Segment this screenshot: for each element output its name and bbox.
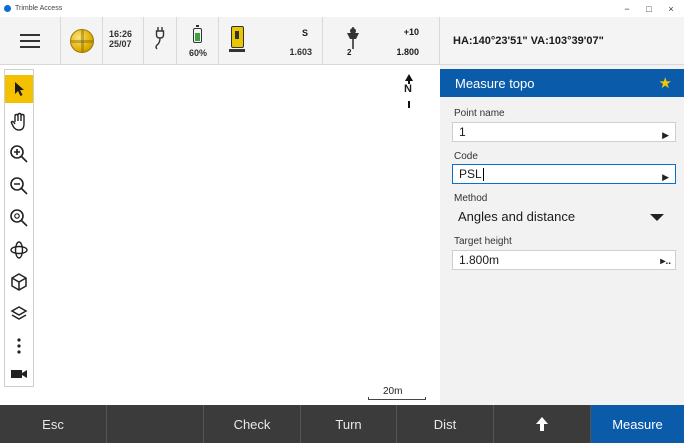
target-height-options-icon[interactable]: ▸.. xyxy=(660,253,671,271)
instrument-height: 1.603 xyxy=(289,47,312,57)
code-value: PSL xyxy=(459,167,482,181)
trimble-access-window: Trimble Access − □ × 16:26 25/07 60% S 1… xyxy=(0,0,684,443)
battery-status[interactable]: 60% xyxy=(177,17,219,65)
cube-icon xyxy=(11,273,27,291)
orbit-icon xyxy=(10,241,28,259)
map-toolbar xyxy=(4,69,34,387)
maximize-button[interactable]: □ xyxy=(638,0,660,17)
check-button[interactable]: Check xyxy=(204,405,301,443)
target-offset: +10 xyxy=(403,27,419,37)
battery-percent: 60% xyxy=(189,48,208,58)
zoom-out-icon xyxy=(10,177,28,195)
total-station-icon xyxy=(229,26,245,52)
method-value: Angles and distance xyxy=(458,209,576,224)
plug-icon xyxy=(155,27,165,50)
zoom-in-icon xyxy=(10,145,28,163)
target-number: 2 xyxy=(347,48,352,57)
status-bar: 16:26 25/07 60% S 1.603 2 +10 1.800 HA:1… xyxy=(0,17,684,65)
panel-title: Measure topo xyxy=(455,76,535,91)
time-text: 16:26 xyxy=(109,29,133,39)
map-view[interactable] xyxy=(35,65,438,405)
panel-header: Measure topo ★ xyxy=(440,69,684,97)
pan-tool-button[interactable] xyxy=(5,108,33,136)
scale-bar xyxy=(368,397,426,400)
point-name-arrow-icon[interactable]: ▶ xyxy=(662,126,669,144)
orbit-button[interactable] xyxy=(5,236,33,264)
target-height-label: Target height xyxy=(454,236,512,247)
window-titlebar: Trimble Access − □ × xyxy=(0,0,684,17)
empty-softkey[interactable] xyxy=(107,405,204,443)
zoom-in-button[interactable] xyxy=(5,140,33,168)
method-dropdown[interactable]: Angles and distance xyxy=(452,206,676,228)
prism-target-icon xyxy=(347,27,359,49)
code-field[interactable]: PSL ▶ xyxy=(452,164,676,184)
layers-button[interactable] xyxy=(5,300,33,328)
text-caret xyxy=(482,168,484,182)
globe-icon xyxy=(69,29,94,53)
point-name-field[interactable]: 1 ▶ xyxy=(452,122,676,142)
menu-button[interactable] xyxy=(0,17,61,65)
dist-button[interactable]: Dist xyxy=(397,405,494,443)
esc-button[interactable]: Esc xyxy=(0,405,107,443)
battery-icon xyxy=(193,25,202,43)
close-button[interactable]: × xyxy=(660,0,682,17)
more-button[interactable] xyxy=(5,332,33,360)
scale-label: 20m xyxy=(383,386,403,397)
zoom-out-button[interactable] xyxy=(5,172,33,200)
date-text: 25/07 xyxy=(109,39,132,49)
target-height-field[interactable]: 1.800m ▸.. xyxy=(452,250,676,270)
layers-icon xyxy=(10,306,28,320)
app-icon xyxy=(4,5,11,12)
target-height-value: 1.800m xyxy=(459,253,500,267)
more-vertical-icon xyxy=(17,338,21,354)
select-tool-button[interactable] xyxy=(5,75,33,103)
zoom-extents-icon xyxy=(10,209,28,227)
instrument-status[interactable]: S 1.603 xyxy=(219,17,323,65)
measure-button[interactable]: Measure xyxy=(591,405,684,443)
date-time-display[interactable]: 16:26 25/07 xyxy=(103,17,144,65)
instrument-label: S xyxy=(301,28,308,38)
point-name-label: Point name xyxy=(454,108,505,119)
up-arrow-icon xyxy=(536,417,548,431)
north-label: N xyxy=(404,83,412,95)
code-arrow-icon[interactable]: ▶ xyxy=(662,168,669,186)
window-controls: − □ × xyxy=(616,0,682,17)
target-status[interactable]: 2 +10 1.800 xyxy=(323,17,440,65)
north-arrow: N xyxy=(403,74,415,108)
zoom-extents-button[interactable] xyxy=(5,204,33,232)
3d-view-button[interactable] xyxy=(5,268,33,296)
softkey-bar: Esc Check Turn Dist Measure xyxy=(0,405,684,443)
power-status[interactable] xyxy=(144,17,177,65)
target-height-display: 1.800 xyxy=(396,47,419,57)
angles-readout[interactable]: HA:140°23'51" VA:103°39'07" xyxy=(440,17,684,65)
video-camera-icon xyxy=(11,370,27,378)
gnss-status-button[interactable] xyxy=(61,17,103,65)
window-title: Trimble Access xyxy=(15,5,63,12)
code-label: Code xyxy=(454,151,478,162)
method-label: Method xyxy=(454,193,488,204)
point-name-value: 1 xyxy=(459,125,466,139)
up-button[interactable] xyxy=(494,405,591,443)
favorite-star-icon[interactable]: ★ xyxy=(659,74,672,92)
hamburger-icon xyxy=(20,34,40,48)
measure-topo-panel: Measure topo ★ Point name 1 ▶ Code PSL ▶… xyxy=(440,65,684,405)
minimize-button[interactable]: − xyxy=(616,0,638,17)
pointer-icon xyxy=(15,82,24,96)
hand-icon xyxy=(10,112,25,131)
video-button[interactable] xyxy=(5,360,33,388)
turn-button[interactable]: Turn xyxy=(301,405,397,443)
battery-fill xyxy=(195,33,200,41)
dropdown-arrow-icon xyxy=(650,214,664,221)
